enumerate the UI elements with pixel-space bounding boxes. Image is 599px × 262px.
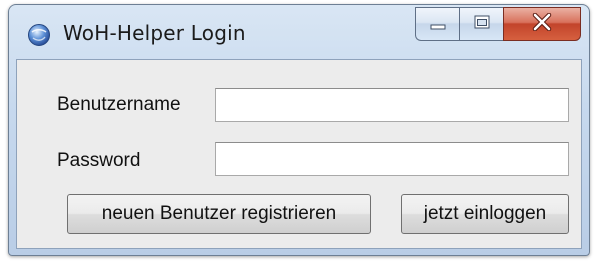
caption-buttons bbox=[415, 7, 581, 41]
register-button[interactable]: neuen Benutzer registrieren bbox=[67, 194, 371, 234]
maximize-button[interactable] bbox=[459, 7, 503, 41]
password-label: Password bbox=[57, 150, 141, 171]
login-form: Benutzername Password neuen Benutzer reg… bbox=[16, 59, 582, 249]
window-title: WoH-Helper Login bbox=[63, 21, 246, 45]
username-label: Benutzername bbox=[57, 94, 181, 115]
username-input[interactable] bbox=[215, 88, 569, 122]
app-globe-icon bbox=[27, 23, 51, 47]
login-button[interactable]: jetzt einloggen bbox=[401, 194, 569, 234]
password-input[interactable] bbox=[215, 142, 569, 176]
minimize-icon bbox=[429, 15, 447, 34]
minimize-button[interactable] bbox=[415, 7, 459, 41]
login-window: WoH-Helper Login Benutzername Password n… bbox=[8, 4, 590, 256]
maximize-icon bbox=[473, 14, 491, 34]
title-bar[interactable]: WoH-Helper Login bbox=[9, 5, 589, 59]
close-icon bbox=[532, 12, 552, 35]
close-button[interactable] bbox=[503, 7, 581, 41]
